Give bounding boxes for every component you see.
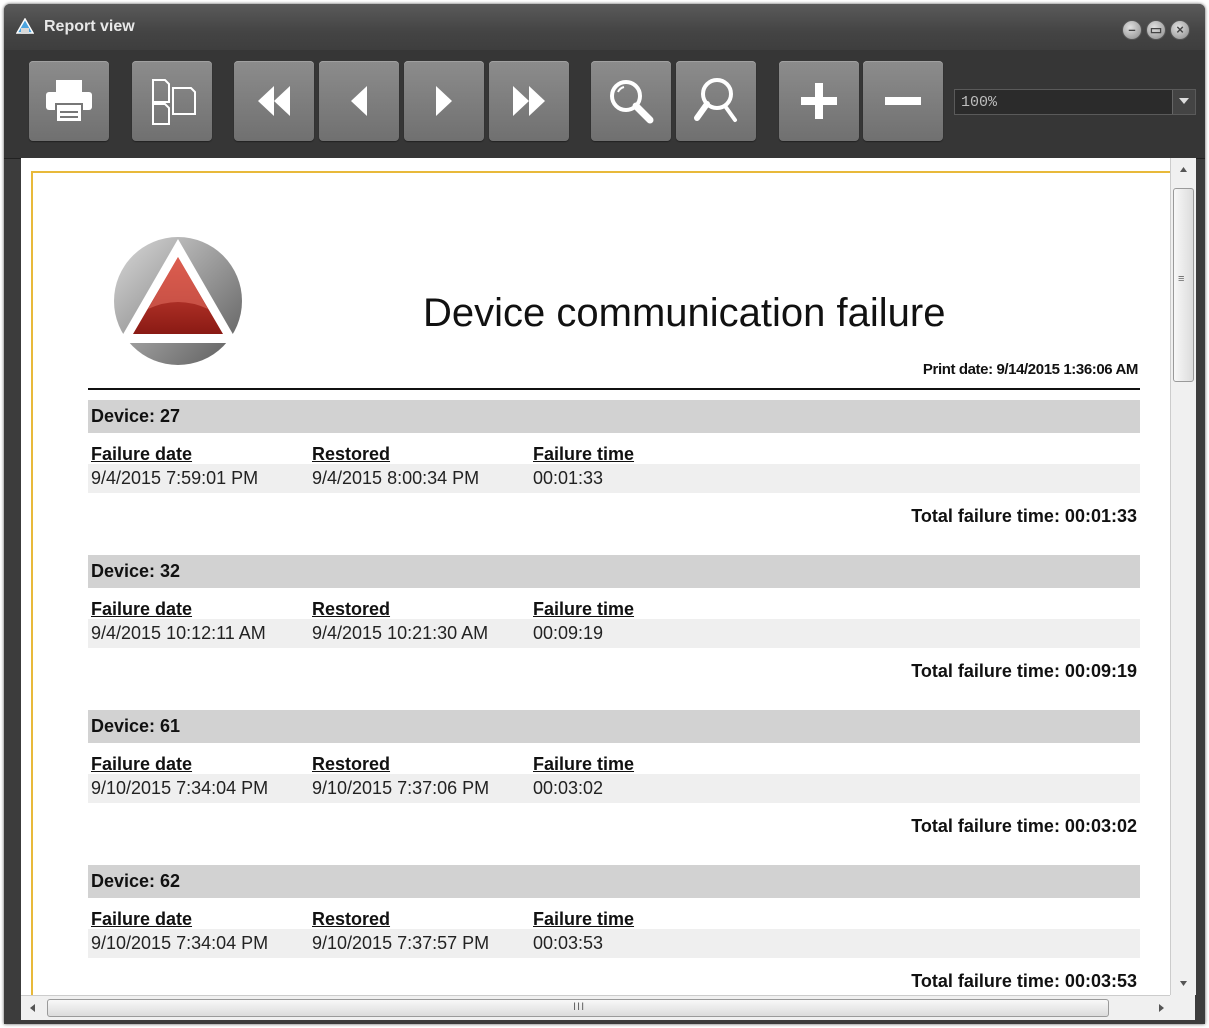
device-label: Device: 61 bbox=[91, 716, 181, 736]
first-page-button[interactable] bbox=[234, 61, 314, 141]
app-icon bbox=[16, 18, 34, 34]
column-header-failure-date: Failure date bbox=[91, 754, 193, 774]
chevron-right-icon bbox=[1159, 1004, 1164, 1012]
header-divider bbox=[88, 388, 1140, 390]
chevron-up-icon bbox=[1180, 167, 1187, 172]
minus-icon bbox=[885, 97, 921, 105]
column-header-restored: Restored bbox=[312, 754, 391, 774]
restored-value: 9/10/2015 7:37:06 PM bbox=[312, 778, 490, 798]
vertical-scroll-thumb[interactable]: ≡ bbox=[1173, 188, 1194, 382]
zoom-level-value: 100% bbox=[961, 94, 998, 111]
failure-time-value: 00:03:02 bbox=[533, 778, 604, 798]
zoom-out-button[interactable] bbox=[863, 61, 943, 141]
device-section: Device: 61 Failure date Restored Failure… bbox=[88, 710, 1140, 865]
column-header-failure-time: Failure time bbox=[533, 444, 635, 464]
total-failure-time: Total failure time: 00:09:19 bbox=[911, 661, 1137, 681]
report-viewport[interactable]: Device communication failure Print date:… bbox=[21, 158, 1170, 995]
print-date: Print date: 9/14/2015 1:36:06 AM bbox=[922, 361, 1138, 378]
last-page-icon bbox=[513, 86, 545, 116]
restore-button[interactable]: ▭ bbox=[1146, 20, 1166, 40]
report-title: Device communication failure bbox=[423, 291, 946, 335]
failure-time-value: 00:09:19 bbox=[533, 623, 604, 643]
vertical-scrollbar[interactable]: ≡ bbox=[1170, 158, 1196, 995]
first-page-icon bbox=[258, 86, 290, 116]
column-header-restored: Restored bbox=[312, 909, 391, 929]
device-label: Device: 27 bbox=[91, 406, 181, 426]
horizontal-scroll-thumb[interactable]: III bbox=[47, 999, 1109, 1017]
scroll-right-button[interactable] bbox=[1151, 996, 1170, 1020]
previous-page-button[interactable] bbox=[319, 61, 399, 141]
column-header-failure-time: Failure time bbox=[533, 909, 635, 929]
column-header-restored: Restored bbox=[312, 599, 391, 619]
device-section: Device: 32 Failure date Restored Failure… bbox=[88, 555, 1140, 710]
company-logo bbox=[114, 237, 242, 365]
chevron-down-icon bbox=[1180, 981, 1187, 986]
scroll-down-button[interactable] bbox=[1171, 971, 1196, 995]
device-label: Device: 62 bbox=[91, 871, 181, 891]
last-page-button[interactable] bbox=[489, 61, 569, 141]
page-layout-icon bbox=[152, 79, 196, 125]
column-header-failure-time: Failure time bbox=[533, 599, 635, 619]
device-header: Device: 61 bbox=[88, 710, 1140, 743]
toolbar: 100% bbox=[4, 50, 1205, 159]
zoom-icon bbox=[610, 80, 654, 124]
previous-page-icon bbox=[351, 86, 367, 116]
zoom-fit-button[interactable] bbox=[676, 61, 756, 141]
close-button[interactable]: × bbox=[1170, 20, 1190, 40]
title-bar[interactable]: Report view – ▭ × bbox=[4, 4, 1205, 50]
zoom-button[interactable] bbox=[591, 61, 671, 141]
column-header-failure-time: Failure time bbox=[533, 754, 635, 774]
grip-icon: ≡ bbox=[1178, 273, 1185, 285]
zoom-dropdown-button[interactable] bbox=[1172, 90, 1195, 114]
device-label: Device: 32 bbox=[91, 561, 181, 581]
resize-grip[interactable] bbox=[1170, 995, 1195, 1020]
device-section: Device: 62 Failure date Restored Failure… bbox=[88, 865, 1140, 995]
column-header-failure-date: Failure date bbox=[91, 909, 193, 929]
next-page-icon bbox=[436, 86, 452, 116]
zoom-fit-icon bbox=[694, 78, 737, 122]
next-page-button[interactable] bbox=[404, 61, 484, 141]
total-failure-time: Total failure time: 00:03:02 bbox=[911, 816, 1137, 836]
chevron-down-icon bbox=[1179, 98, 1189, 104]
device-header: Device: 27 bbox=[88, 400, 1140, 433]
scroll-up-button[interactable] bbox=[1171, 158, 1196, 182]
failure-date-value: 9/10/2015 7:34:04 PM bbox=[91, 778, 269, 798]
zoom-in-button[interactable] bbox=[779, 61, 859, 141]
page-layout-button[interactable] bbox=[132, 61, 212, 141]
zoom-level-select[interactable]: 100% bbox=[954, 89, 1196, 115]
failure-date-value: 9/4/2015 7:59:01 PM bbox=[91, 468, 259, 488]
restore-icon: ▭ bbox=[1149, 22, 1163, 37]
restored-value: 9/4/2015 8:00:34 PM bbox=[312, 468, 480, 488]
minimize-button[interactable]: – bbox=[1122, 20, 1142, 40]
print-button[interactable] bbox=[29, 61, 109, 141]
total-failure-time: Total failure time: 00:03:53 bbox=[911, 971, 1137, 991]
plus-icon bbox=[801, 83, 837, 119]
column-header-failure-date: Failure date bbox=[91, 444, 193, 464]
failure-time-value: 00:01:33 bbox=[533, 468, 604, 488]
report-view-window: Report view – ▭ × 100% Device communicat… bbox=[4, 4, 1205, 1024]
chevron-left-icon bbox=[30, 1004, 35, 1012]
failure-date-value: 9/10/2015 7:34:04 PM bbox=[91, 933, 269, 953]
total-failure-time: Total failure time: 00:01:33 bbox=[911, 506, 1137, 526]
window-title: Report view bbox=[44, 18, 135, 35]
column-header-failure-date: Failure date bbox=[91, 599, 193, 619]
restored-value: 9/4/2015 10:21:30 AM bbox=[312, 623, 489, 643]
horizontal-scrollbar[interactable]: III bbox=[21, 995, 1170, 1020]
column-header-restored: Restored bbox=[312, 444, 391, 464]
scroll-left-button[interactable] bbox=[21, 996, 45, 1020]
minimize-icon: – bbox=[1128, 22, 1136, 37]
print-icon bbox=[46, 80, 92, 123]
failure-time-value: 00:03:53 bbox=[533, 933, 604, 953]
close-icon: × bbox=[1176, 22, 1184, 37]
device-header: Device: 32 bbox=[88, 555, 1140, 588]
device-section: Device: 27 Failure date Restored Failure… bbox=[88, 400, 1140, 555]
restored-value: 9/10/2015 7:37:57 PM bbox=[312, 933, 490, 953]
grip-icon: III bbox=[573, 1001, 586, 1013]
failure-date-value: 9/4/2015 10:12:11 AM bbox=[91, 623, 266, 643]
report-page: Device communication failure Print date:… bbox=[31, 171, 1170, 995]
device-header: Device: 62 bbox=[88, 865, 1140, 898]
